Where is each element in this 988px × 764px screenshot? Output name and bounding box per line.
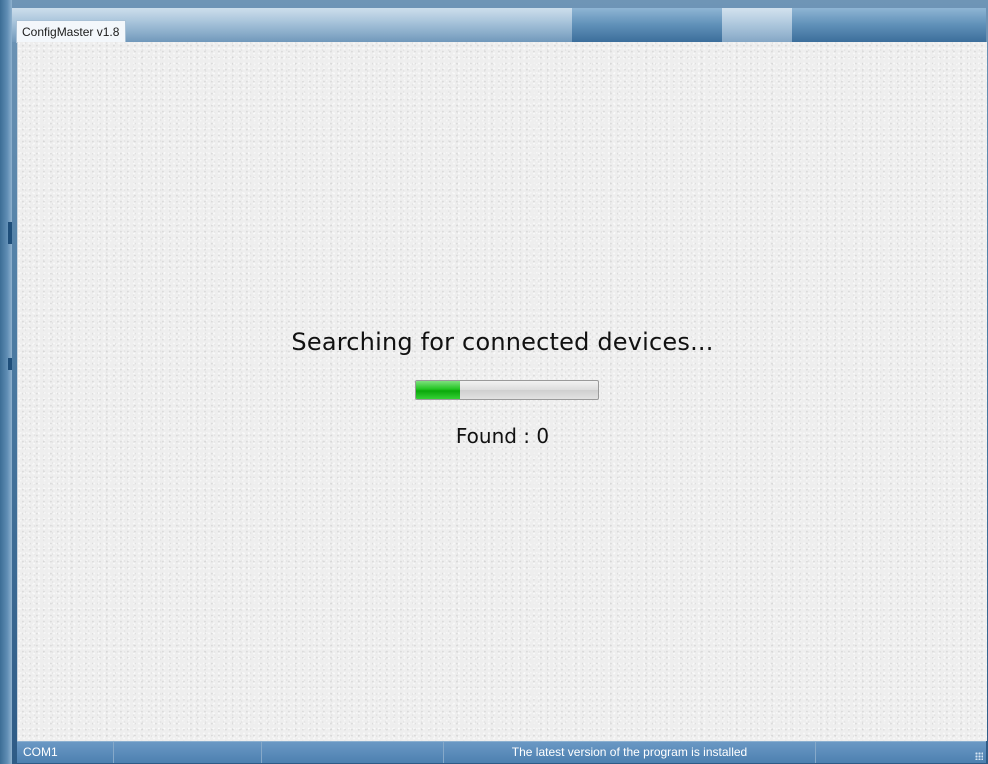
progress-fill <box>416 381 460 399</box>
found-label: Found <box>455 424 517 448</box>
found-counter: Found : 0 <box>18 424 987 448</box>
title-bar-glow <box>722 8 792 42</box>
status-bar: COM1 The latest version of the program i… <box>17 741 986 763</box>
found-separator: : <box>523 424 531 448</box>
status-panel-3 <box>262 742 444 763</box>
search-status-text: Searching for connected devices... <box>291 328 714 356</box>
search-progress-bar <box>415 380 599 400</box>
title-bar[interactable] <box>12 8 986 42</box>
border-mark <box>8 358 12 370</box>
main-panel: Searching for connected devices... Found… <box>17 42 987 741</box>
status-panel-2 <box>114 742 262 763</box>
found-count: 0 <box>536 424 550 448</box>
status-port: COM1 <box>17 742 114 763</box>
window-title: ConfigMaster v1.8 <box>16 20 127 43</box>
window-left-border <box>0 0 12 764</box>
status-version: The latest version of the program is ins… <box>444 742 816 763</box>
border-mark <box>8 222 12 244</box>
resize-grip-icon[interactable] <box>975 752 983 760</box>
status-panel-5 <box>816 742 986 763</box>
